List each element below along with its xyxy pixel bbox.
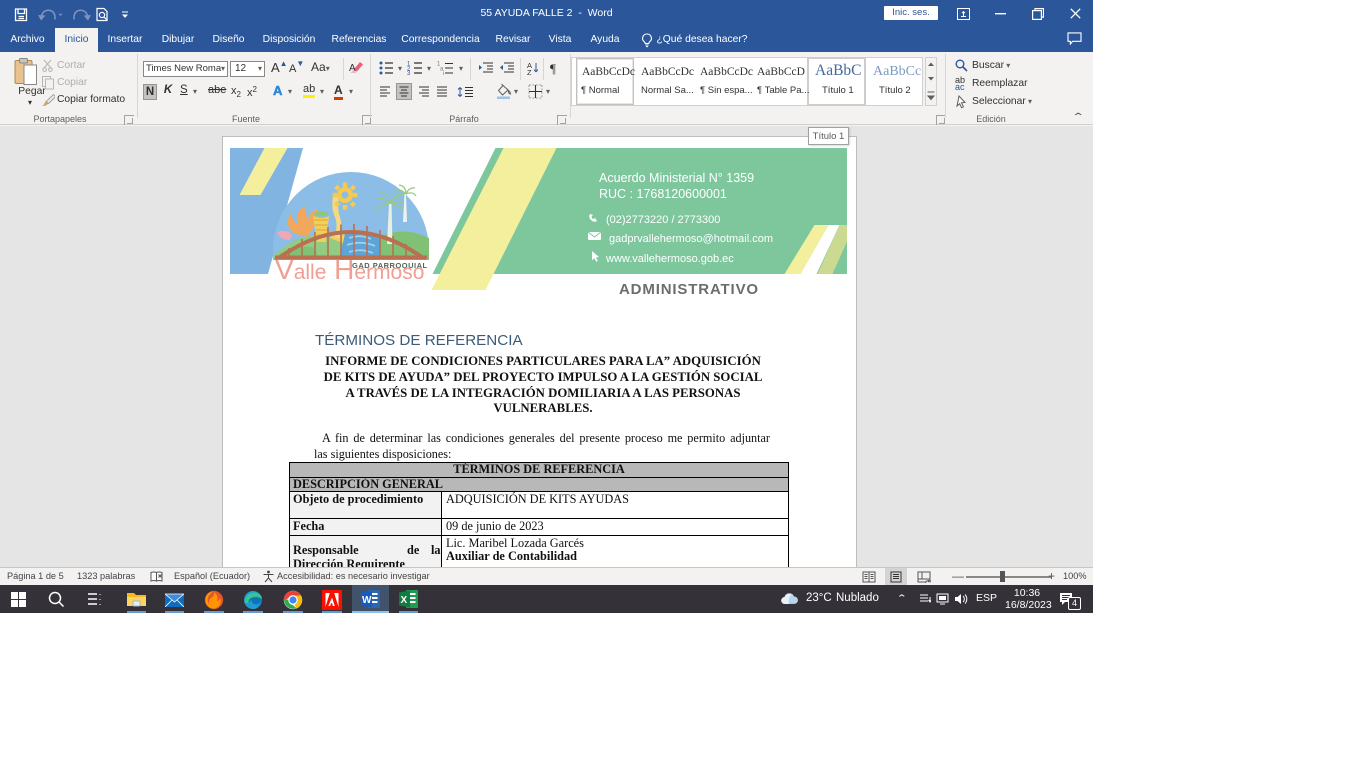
svg-text:i: i xyxy=(443,71,444,75)
svg-text:RUC : 1768120600001: RUC : 1768120600001 xyxy=(599,187,727,201)
svg-text:A: A xyxy=(349,63,356,74)
svg-text:Acuerdo Ministerial N° 1359: Acuerdo Ministerial N° 1359 xyxy=(599,171,754,185)
svg-text:(02)2773220 / 2773300: (02)2773220 / 2773300 xyxy=(606,214,720,226)
svg-text:X: X xyxy=(401,595,408,606)
svg-text:W: W xyxy=(362,595,372,606)
svg-text:Z: Z xyxy=(527,68,532,75)
svg-text:3: 3 xyxy=(407,71,411,75)
svg-text:gadprvallehermoso@hotmail.com: gadprvallehermoso@hotmail.com xyxy=(609,233,773,245)
svg-text:¶: ¶ xyxy=(550,61,556,75)
svg-text:www.vallehermoso.gob.ec: www.vallehermoso.gob.ec xyxy=(605,253,734,265)
